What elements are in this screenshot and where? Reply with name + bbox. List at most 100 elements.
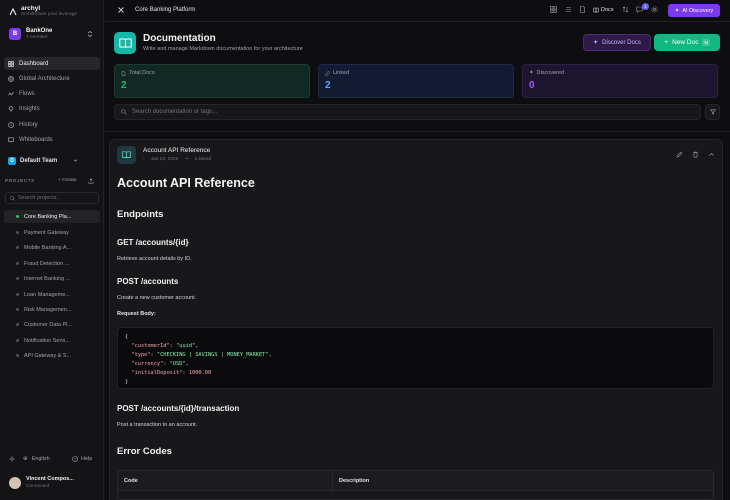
language-label: English xyxy=(31,456,50,462)
doc-search-placeholder: Search documentation or tags... xyxy=(132,109,218,115)
project-label: Mobile Banking A... xyxy=(24,244,72,251)
doc-date: Jan 23, 2026 xyxy=(150,157,179,162)
project-item[interactable]: Risk Managemen... xyxy=(4,303,100,316)
stat-total-docs: Total Docs 2 xyxy=(114,64,310,98)
help-link[interactable]: ? Help xyxy=(72,456,92,462)
status-dot xyxy=(16,231,19,234)
stat-value: 2 xyxy=(121,80,127,91)
stat-value: 2 xyxy=(325,80,331,91)
project-label: Customer Data Pl... xyxy=(24,321,72,328)
project-search-placeholder: Search projects... xyxy=(18,195,61,201)
stat-value: 0 xyxy=(529,80,535,91)
new-doc-button[interactable]: + New Doc N xyxy=(654,34,720,51)
link-icon xyxy=(325,70,330,76)
close-icon[interactable] xyxy=(117,6,125,14)
project-item[interactable]: Mobile Banking A... xyxy=(4,241,100,254)
discover-docs-label: Discover Docs xyxy=(602,39,641,46)
divider xyxy=(105,131,730,132)
ai-discovery-button[interactable]: ✦ AI Discovery xyxy=(668,4,720,17)
book-icon xyxy=(114,32,136,54)
project-item[interactable]: Customer Data Pl... xyxy=(4,318,100,331)
nav-label: Insights xyxy=(19,105,40,112)
project-item[interactable]: Loan Manageme... xyxy=(4,288,100,301)
chevron-up-icon[interactable] xyxy=(708,151,715,158)
code-line: { xyxy=(125,334,129,340)
doc-card xyxy=(109,139,723,500)
flow-icon xyxy=(8,91,14,96)
filter-icon xyxy=(709,109,716,115)
team-selector[interactable]: D Default Team xyxy=(4,154,100,167)
svg-text:?: ? xyxy=(74,457,76,461)
upload-icon[interactable] xyxy=(88,178,94,184)
endpoint-heading: GET /accounts/{id} xyxy=(117,238,189,247)
project-item[interactable]: Core Banking Pla... xyxy=(4,210,100,223)
table-header-description: Description xyxy=(333,471,713,491)
file-icon[interactable] xyxy=(579,6,586,13)
nav-label: Global Architecture xyxy=(19,75,70,82)
docs-tab[interactable]: Docs xyxy=(593,7,614,13)
stat-label: Discovered xyxy=(536,70,565,76)
project-item[interactable]: API Gateway & S... xyxy=(4,349,100,362)
book-icon xyxy=(117,146,136,164)
nav-label: History xyxy=(19,121,38,128)
status-dot xyxy=(16,215,19,218)
project-search-input[interactable]: Search projects... xyxy=(5,192,99,204)
code-line: } xyxy=(125,379,129,385)
create-project-button[interactable]: + Create xyxy=(58,178,77,183)
request-body-label: Request Body: xyxy=(117,311,156,317)
brand-name[interactable]: archyl xyxy=(21,5,40,12)
book-icon xyxy=(593,7,599,13)
doc-title[interactable]: Account API Reference xyxy=(143,147,210,154)
chevron-updown-icon[interactable] xyxy=(87,31,93,37)
nav-global-architecture[interactable]: Global Architecture xyxy=(4,72,100,85)
sort-icon[interactable] xyxy=(622,6,629,13)
project-item[interactable]: Internet Banking ... xyxy=(4,272,100,285)
team-avatar: D xyxy=(8,156,16,165)
discover-docs-button[interactable]: ✦ Discover Docs xyxy=(583,34,651,51)
project-item[interactable]: Notification Servi... xyxy=(4,334,100,347)
code-string: "CHECKING | SAVINGS | MONEY_MARKET" xyxy=(156,352,269,358)
status-dot xyxy=(16,308,19,311)
search-icon xyxy=(121,109,127,115)
sun-icon xyxy=(9,456,15,462)
chevron-down-icon xyxy=(73,159,78,162)
nav-flows[interactable]: Flows xyxy=(4,87,100,100)
endpoint-description: Post a transaction to an account. xyxy=(117,422,198,428)
language-selector[interactable]: ⊕ English xyxy=(9,456,50,462)
section-heading: Endpoints xyxy=(117,209,164,220)
nav-dashboard[interactable]: Dashboard xyxy=(4,57,100,70)
doc-search-input[interactable]: Search documentation or tags... xyxy=(114,104,701,120)
status-dot xyxy=(16,323,19,326)
nav-whiteboards[interactable]: Whiteboards xyxy=(4,133,100,146)
workspace-name[interactable]: BankOne xyxy=(26,28,52,34)
status-dot xyxy=(16,246,19,249)
plus-icon: + xyxy=(664,39,669,46)
project-item[interactable]: Payment Gateway xyxy=(4,226,100,239)
nav-history[interactable]: History xyxy=(4,118,100,131)
pencil-icon[interactable] xyxy=(676,151,683,158)
project-label: Core Banking Pla... xyxy=(24,213,72,220)
nav-insights[interactable]: Insights xyxy=(4,102,100,115)
avatar[interactable] xyxy=(9,477,21,489)
settings-icon[interactable] xyxy=(651,6,658,13)
endpoint-description: Create a new customer account. xyxy=(117,295,197,301)
grid-view-icon[interactable] xyxy=(550,6,557,13)
error-codes-table: Code Description xyxy=(117,470,714,500)
code-key: "currency" xyxy=(131,361,164,367)
stat-linked: Linked 2 xyxy=(318,64,514,98)
code-number: 1000.00 xyxy=(188,370,212,376)
doc-actions xyxy=(676,151,715,158)
clock-icon xyxy=(8,121,14,128)
sparkle-icon: ✦ xyxy=(593,40,599,46)
page-title: Documentation xyxy=(143,33,216,44)
list-icon[interactable] xyxy=(565,6,572,13)
trash-icon[interactable] xyxy=(692,151,699,158)
file-icon xyxy=(121,70,126,76)
project-item[interactable]: Fraud Detection ... xyxy=(4,257,100,270)
filter-button[interactable] xyxy=(705,104,720,120)
user-name[interactable]: Vincent Compos... xyxy=(26,476,74,482)
project-label: Payment Gateway xyxy=(24,229,69,236)
docs-tab-label: Docs xyxy=(601,7,614,13)
workspace-avatar[interactable]: B xyxy=(9,28,21,40)
status-dot xyxy=(16,339,19,342)
